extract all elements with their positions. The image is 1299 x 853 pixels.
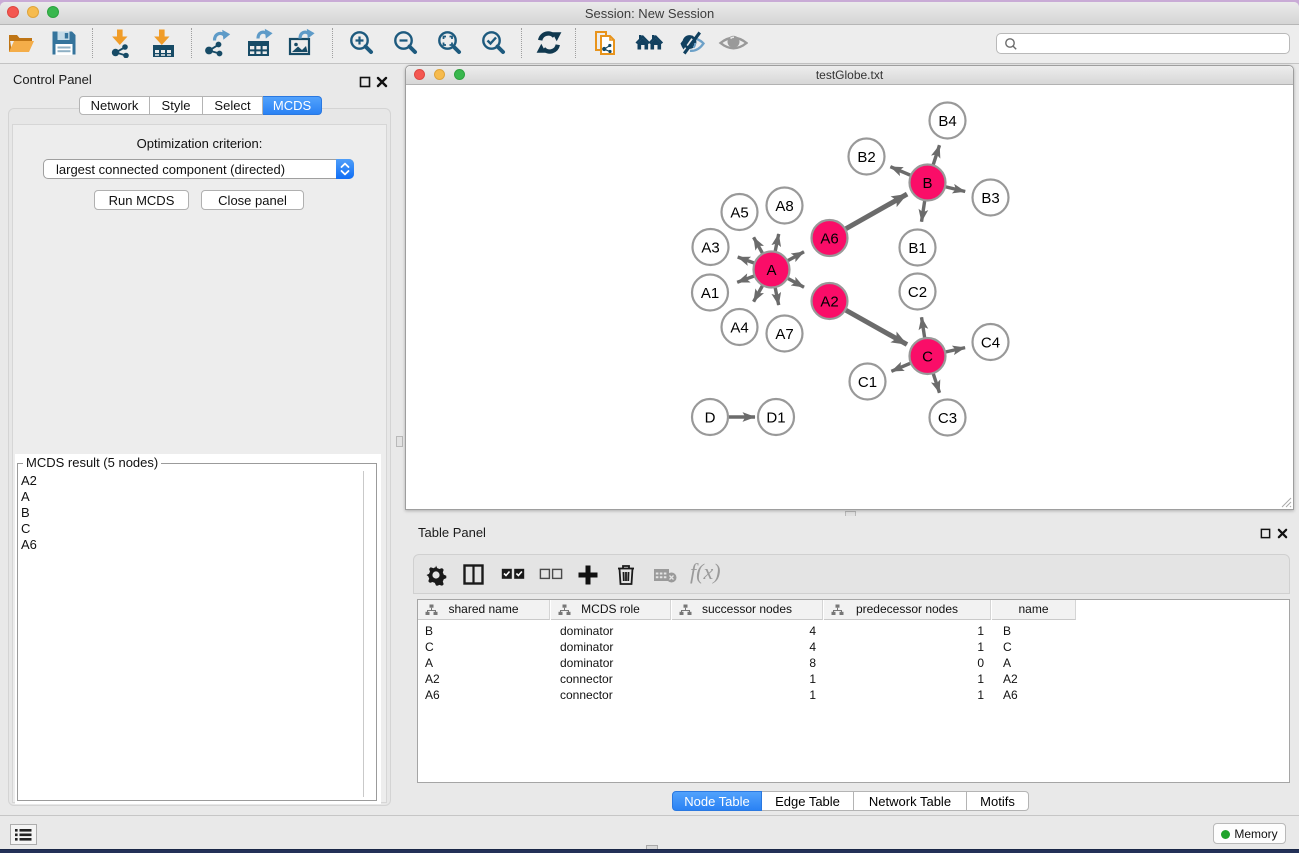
svg-text:C2: C2 [908,284,927,301]
svg-text:C3: C3 [938,410,957,427]
svg-text:A6: A6 [820,231,838,248]
svg-text:B3: B3 [981,190,999,207]
svg-text:A8: A8 [775,198,793,215]
svg-text:B1: B1 [908,240,926,257]
svg-text:A2: A2 [820,294,838,311]
svg-text:A7: A7 [775,326,793,343]
svg-text:C4: C4 [981,335,1000,352]
svg-text:A3: A3 [701,240,719,257]
svg-text:A1: A1 [701,285,719,302]
svg-text:D1: D1 [766,410,785,427]
svg-text:B2: B2 [857,149,875,166]
svg-text:A: A [766,262,776,279]
svg-text:B: B [922,175,932,192]
svg-text:C: C [922,349,933,366]
svg-text:B4: B4 [938,113,956,130]
svg-text:C1: C1 [858,374,877,391]
svg-text:D: D [705,410,716,427]
svg-text:A4: A4 [730,320,748,337]
svg-text:A5: A5 [730,205,748,222]
